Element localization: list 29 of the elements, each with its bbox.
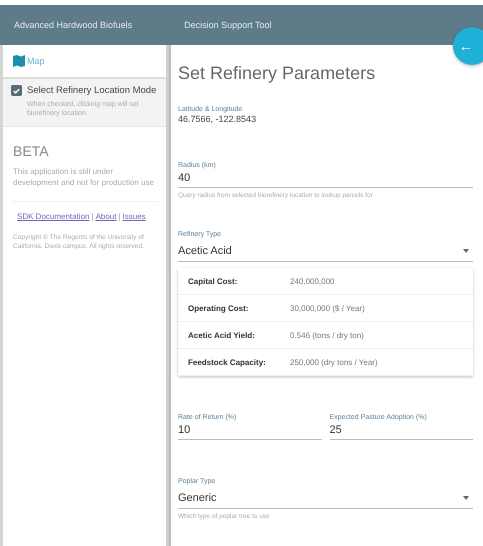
spec-value: 0.546 (tons / dry ton) [290, 330, 364, 340]
spec-name: Feedstock Capacity: [188, 358, 267, 366]
pasture-adoption-field[interactable]: 25 [330, 421, 473, 440]
checkbox[interactable] [11, 85, 22, 96]
spec-value: 30,000,000 ($ / Year) [290, 304, 365, 312]
link-separator: | [118, 212, 121, 221]
page-title: Set Refinery Parameters [178, 63, 376, 84]
beta-heading: BETA [13, 143, 50, 160]
rate-of-return-field[interactable]: 10 [178, 421, 322, 440]
poplar-type-dropdown[interactable]: Generic [178, 487, 473, 509]
link-separator: | [91, 212, 94, 221]
beta-notice: This application is still under development and not for production use [13, 167, 158, 202]
radius-field[interactable]: 40 [178, 169, 473, 188]
footer-link[interactable]: About [96, 212, 116, 221]
dropdown-caret-icon [463, 496, 469, 500]
spec-name: Capital Cost: [188, 276, 238, 286]
spec-name: Acetic Acid Yield: [188, 330, 256, 340]
footer-link[interactable]: SDK Documentation [17, 212, 90, 221]
footer-link[interactable]: Issues [122, 212, 146, 221]
spec-value: 250,000 (dry tons / Year) [290, 358, 378, 366]
map-icon [13, 55, 25, 67]
dropdown-caret-icon [463, 249, 469, 253]
checkbox-label: Select Refinery Location Mode [27, 85, 156, 96]
spec-name: Operating Cost: [188, 304, 250, 312]
spec-value: 240,000,000 [290, 276, 334, 286]
app-name: Advanced Hardwood Biofuels [14, 20, 132, 30]
app-subtitle: Decision Support Tool [184, 20, 272, 30]
refinery-type-dropdown[interactable]: Acetic Acid [178, 240, 473, 262]
lat-long-value: 46.7566, -122.8543 [178, 114, 258, 124]
